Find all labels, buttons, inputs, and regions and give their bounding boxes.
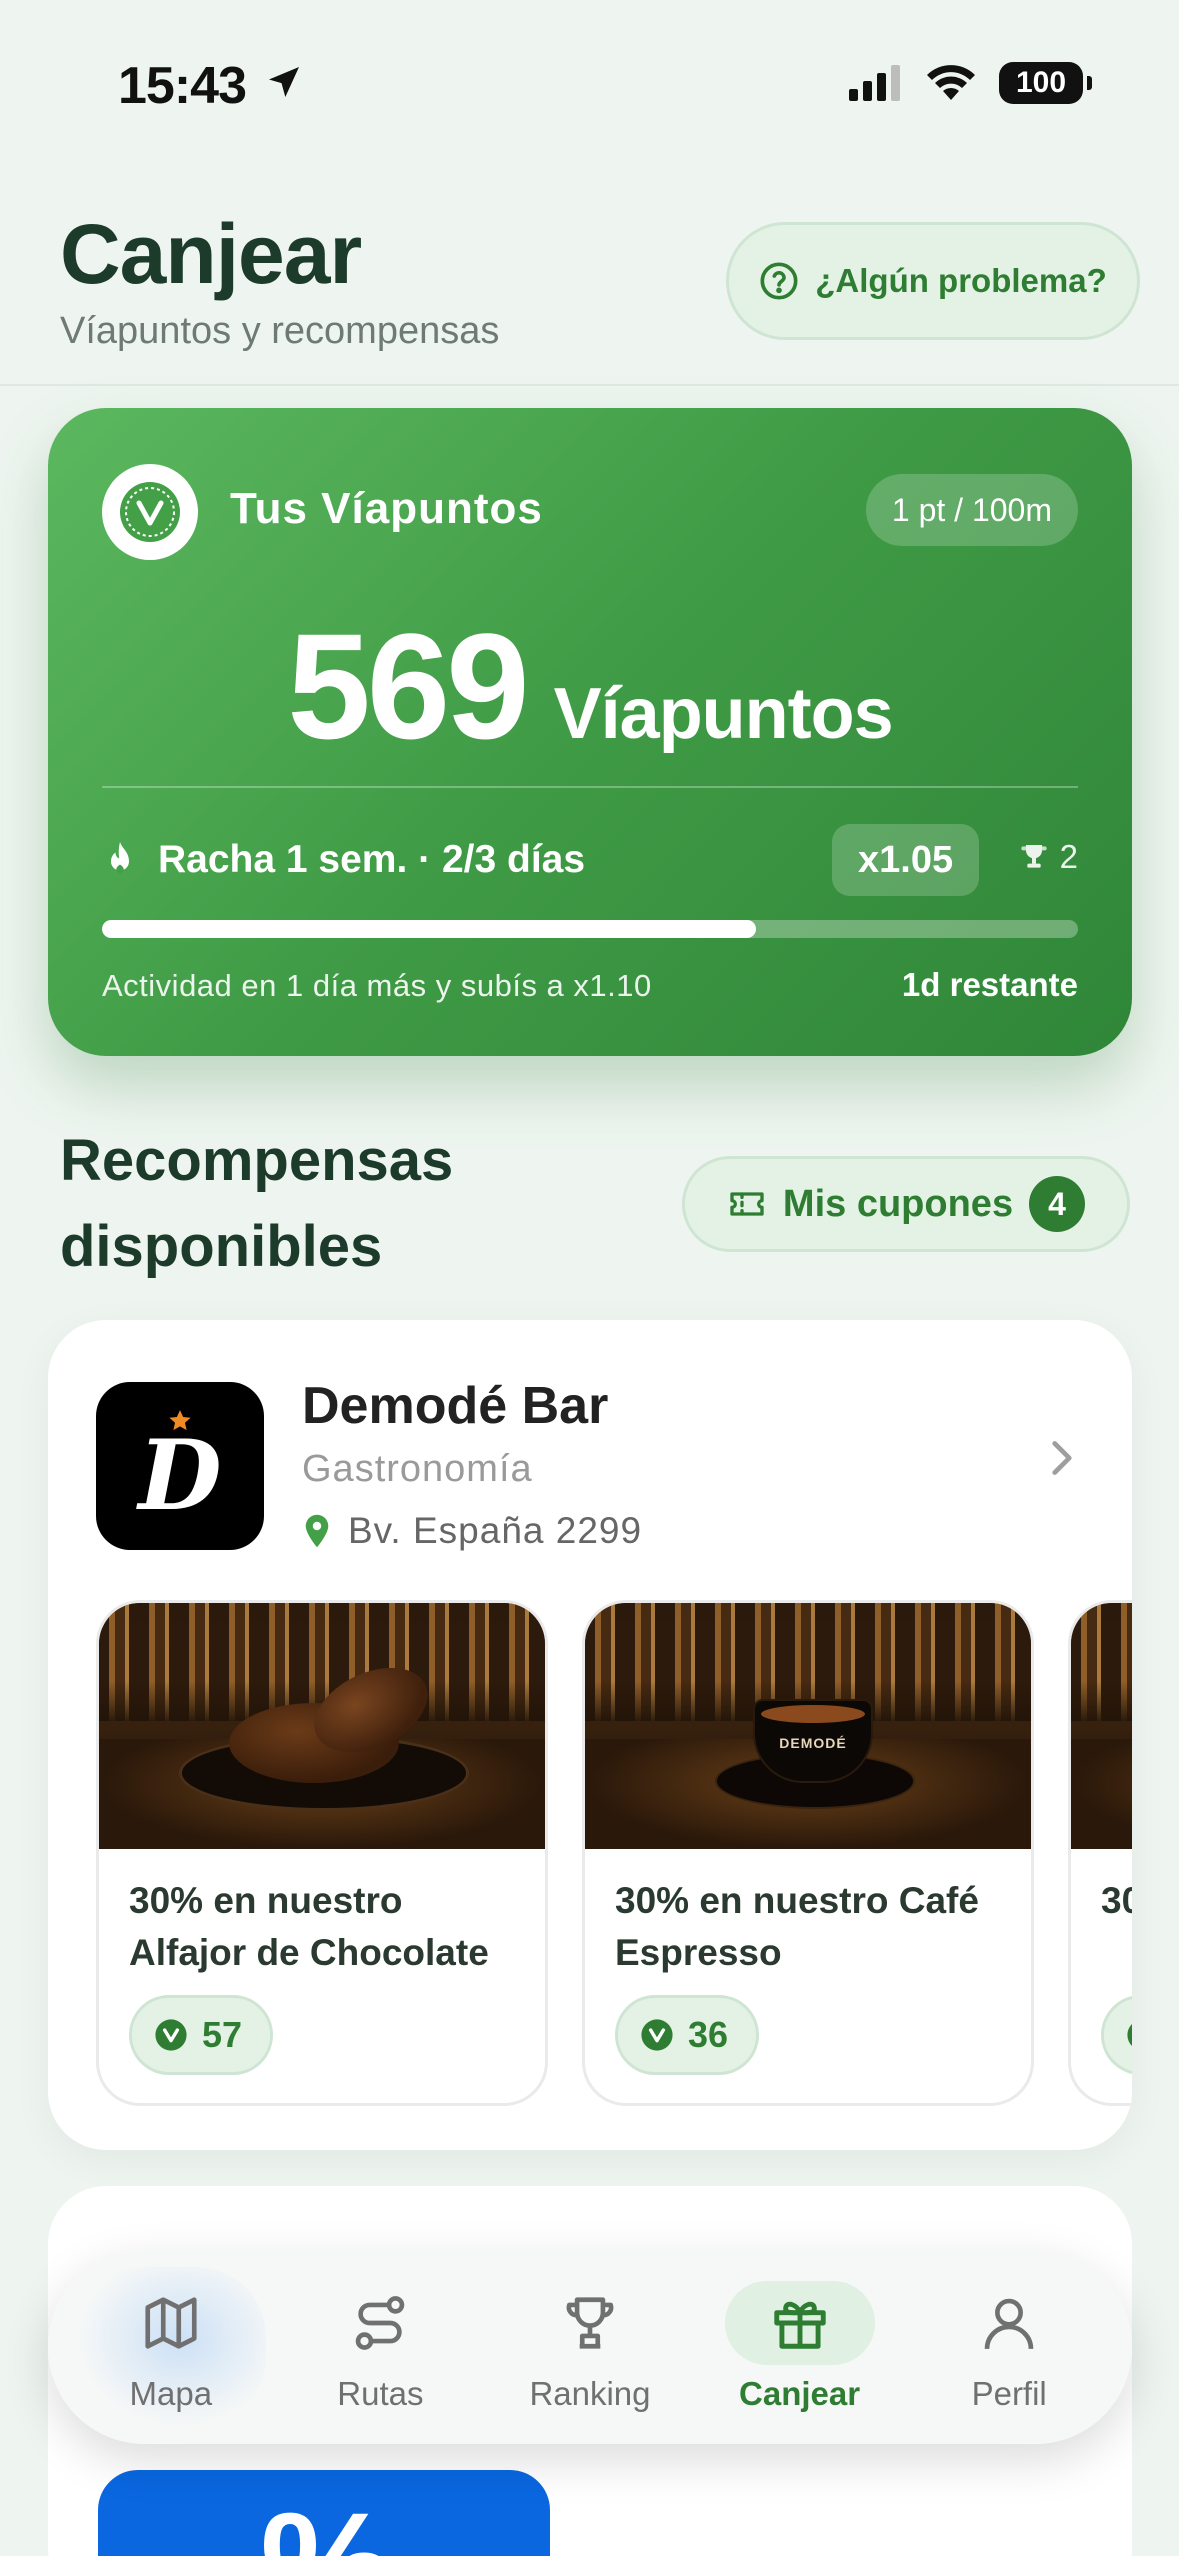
tab-mapa[interactable]: Mapa xyxy=(75,2267,266,2427)
tab-label: Perfil xyxy=(971,2375,1047,2412)
merchant-address-text: Bv. España 2299 xyxy=(348,1510,643,1551)
flame-icon xyxy=(111,842,129,874)
page-title: Canjear xyxy=(60,207,362,301)
user-icon xyxy=(984,2298,1034,2349)
tab-label: Ranking xyxy=(529,2375,651,2412)
viapuntos-badge-icon xyxy=(120,482,180,542)
offer-cost-badge xyxy=(1101,1995,1132,2075)
location-arrow-icon xyxy=(269,67,299,97)
rewards-section-title: Recompensas disponibles xyxy=(60,1128,454,1279)
viapuntos-coin-icon xyxy=(641,2019,673,2051)
gift-icon xyxy=(773,2301,826,2349)
tab-ranking[interactable]: Ranking xyxy=(495,2267,685,2427)
offer-title: 30% en nuestro Café Espresso xyxy=(615,1880,979,1973)
merchant-address: Bv. España 2299 xyxy=(302,1510,642,1552)
offer-cost-badge: 57 xyxy=(129,1995,274,2075)
offer-cost-badge: 36 xyxy=(615,1995,760,2075)
page-subtitle: Víapuntos y recompensas xyxy=(60,310,500,352)
map-icon xyxy=(145,2297,197,2349)
trophy-small-icon xyxy=(1020,845,1047,868)
question-circle-icon xyxy=(760,262,798,300)
viapuntos-logo xyxy=(102,464,198,560)
my-coupons-button[interactable]: Mis cupones 4 xyxy=(682,1156,1130,1252)
status-time: 15:43 xyxy=(118,57,247,115)
points-value: 569 xyxy=(287,602,529,770)
status-bar: 15:43 100 xyxy=(0,0,1179,150)
merchant-logo: D xyxy=(96,1382,264,1550)
streak-progress-fill xyxy=(102,920,756,938)
rate-badge: 1 pt / 100m xyxy=(865,474,1078,546)
tab-perfil[interactable]: Perfil xyxy=(914,2267,1104,2427)
help-button-label: ¿Algún problema? xyxy=(815,262,1107,299)
espresso-image: DEMODÉ xyxy=(585,1603,1031,1849)
wifi-icon xyxy=(927,65,975,100)
streak-progress-bar xyxy=(102,920,1078,938)
tab-label: Mapa xyxy=(129,2375,213,2412)
viapuntos-coin-icon xyxy=(155,2019,187,2051)
offer-card[interactable]: DEMODÉ 30% en nuestro Café Espresso 36 xyxy=(582,1600,1034,2106)
multiplier-badge: x1.05 xyxy=(832,824,980,896)
streak-info: Racha 1 sem. · 2/3 días xyxy=(102,838,585,882)
trophy-icon xyxy=(566,2297,614,2349)
ticket-icon xyxy=(730,1192,764,1216)
streak-label: Racha 1 sem. · 2/3 días xyxy=(158,838,586,881)
coupons-count-badge: 4 xyxy=(1029,1176,1086,1232)
offer-title: 30% en nuestro Alfajor de Chocolate xyxy=(129,1880,489,1973)
tab-bar: Mapa Rutas Ranking Canjear Perfil xyxy=(48,2250,1132,2444)
offer-cost-value: 57 xyxy=(202,2014,243,2055)
merchant-card[interactable]: D Demodé Bar Gastronomía Bv. España 2299… xyxy=(48,1320,1132,2150)
points-balance: 569 Víapuntos xyxy=(48,600,1132,773)
offer-title: 30 Ar xyxy=(1101,1880,1132,1921)
alfajor-image xyxy=(99,1603,545,1849)
tab-rutas[interactable]: Rutas xyxy=(285,2267,475,2427)
cup-brand-text: DEMODÉ xyxy=(753,1699,873,1783)
card-divider xyxy=(102,786,1078,788)
chevron-right-icon[interactable] xyxy=(1048,1438,1076,1478)
tab-label: Canjear xyxy=(739,2375,861,2412)
remaining-time: 1d restante xyxy=(901,966,1078,1003)
tab-label: Rutas xyxy=(337,2375,424,2412)
help-button[interactable]: ¿Algún problema? xyxy=(726,222,1140,340)
merchant-category: Gastronomía xyxy=(302,1448,533,1490)
cellular-signal-icon xyxy=(849,65,900,101)
battery-indicator: 100 xyxy=(999,62,1092,104)
trophy-count-value: 2 xyxy=(1059,838,1078,875)
points-unit: Víapuntos xyxy=(553,674,894,754)
discount-tile[interactable]: % xyxy=(98,2470,550,2556)
offer-image xyxy=(1071,1603,1132,1849)
my-coupons-label: Mis cupones xyxy=(782,1182,1014,1225)
offer-cost-value: 36 xyxy=(688,2014,729,2055)
offers-carousel[interactable]: 30% en nuestro Alfajor de Chocolate 57 D… xyxy=(96,1600,1132,2106)
page-header: Canjear Víapuntos y recompensas ¿Algún p… xyxy=(0,150,1179,386)
trophy-count: 2 xyxy=(1018,838,1078,876)
merchant-name: Demodé Bar xyxy=(302,1377,609,1435)
offer-card[interactable]: 30% en nuestro Alfajor de Chocolate 57 xyxy=(96,1600,548,2106)
offer-card[interactable]: 30 Ar xyxy=(1068,1600,1132,2106)
routes-icon xyxy=(356,2296,405,2350)
tab-canjear[interactable]: Canjear xyxy=(705,2267,895,2427)
points-card: Tus Víapuntos 1 pt / 100m 569 Víapuntos … xyxy=(48,408,1132,1056)
points-card-title: Tus Víapuntos xyxy=(230,484,543,533)
progress-text: Actividad en 1 día más y subís a x1.10 xyxy=(102,968,652,1003)
location-pin-icon xyxy=(305,1514,329,1548)
merchant-logo-letter: D xyxy=(138,1419,222,1532)
viapuntos-coin-icon xyxy=(1127,2023,1132,2047)
